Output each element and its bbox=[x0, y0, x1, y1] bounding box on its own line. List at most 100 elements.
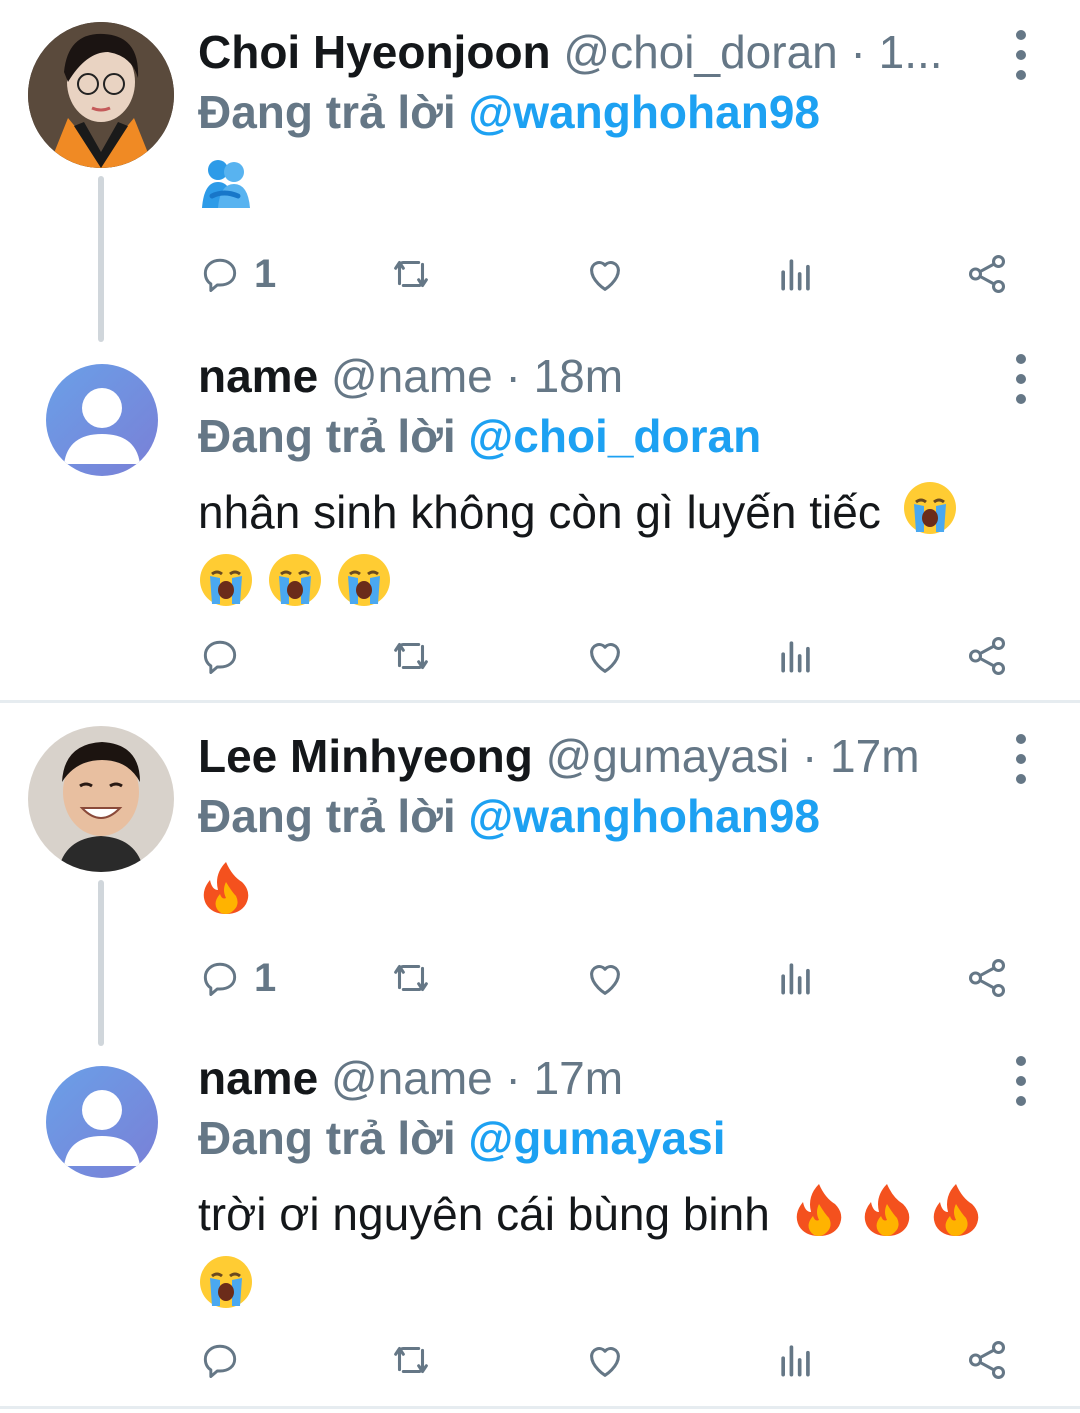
more-icon[interactable] bbox=[1006, 1056, 1036, 1106]
like-button[interactable] bbox=[582, 628, 628, 684]
reply-icon bbox=[203, 258, 237, 292]
author-handle-time: @gumayasi · 17m bbox=[545, 730, 920, 782]
retweet-icon bbox=[394, 260, 428, 288]
loudly-crying-face-emoji bbox=[902, 480, 958, 552]
reply-prefix: Đang trả lời bbox=[198, 86, 456, 138]
reply-prefix: Đang trả lời bbox=[198, 410, 456, 462]
retweet-icon bbox=[394, 642, 428, 670]
tweet-header: name @name · 17m bbox=[198, 1050, 1000, 1106]
tweet-actions bbox=[198, 1332, 1018, 1388]
share-icon bbox=[968, 255, 1006, 293]
share-icon bbox=[968, 959, 1006, 997]
loudly-crying-face-emoji bbox=[336, 552, 392, 624]
more-icon[interactable] bbox=[1006, 734, 1036, 784]
author-name[interactable]: name bbox=[198, 1052, 318, 1104]
author-handle-time: @name · 17m bbox=[330, 1052, 624, 1104]
author-name[interactable]: Lee Minhyeong bbox=[198, 730, 533, 782]
tweet[interactable]: name @name · 18m Đang trả lời @choi_dora… bbox=[0, 340, 1080, 700]
avatar[interactable] bbox=[28, 22, 174, 168]
analytics-button[interactable] bbox=[774, 950, 818, 1006]
reply-prefix: Đang trả lời bbox=[198, 1112, 456, 1164]
tweet-text-content: trời ơi nguyên cái bùng binh bbox=[198, 1188, 770, 1241]
retweet-icon bbox=[394, 1346, 428, 1374]
tweet-header: Choi Hyeonjoon @choi_doran · 1... bbox=[198, 24, 1000, 80]
share-button[interactable] bbox=[964, 1332, 1010, 1388]
share-icon bbox=[968, 637, 1006, 675]
like-icon bbox=[590, 965, 620, 995]
retweet-button[interactable] bbox=[388, 628, 434, 684]
author-name[interactable]: name bbox=[198, 350, 318, 402]
fire-emoji bbox=[928, 1182, 984, 1254]
thread-line bbox=[98, 176, 104, 342]
retweet-button[interactable] bbox=[388, 1332, 434, 1388]
share-button[interactable] bbox=[964, 628, 1010, 684]
tweet-text: trời ơi nguyên cái bùng binh bbox=[198, 1182, 1030, 1326]
tweet-actions: 1 bbox=[198, 950, 1018, 1006]
more-icon[interactable] bbox=[1006, 30, 1036, 80]
share-button[interactable] bbox=[964, 246, 1010, 302]
like-button[interactable] bbox=[582, 950, 628, 1006]
retweet-button[interactable] bbox=[388, 246, 434, 302]
avatar[interactable] bbox=[28, 726, 174, 872]
tweet-text bbox=[198, 860, 1030, 932]
like-button[interactable] bbox=[582, 246, 628, 302]
reply-count: 1 bbox=[254, 955, 277, 1000]
reply-button[interactable]: 1 bbox=[198, 246, 276, 302]
analytics-button[interactable] bbox=[774, 1332, 818, 1388]
reply-prefix: Đang trả lời bbox=[198, 790, 456, 842]
tweet[interactable]: Lee Minhyeong @gumayasi · 17m Đang trả l… bbox=[0, 704, 1080, 1046]
analytics-icon bbox=[781, 1345, 810, 1377]
analytics-button[interactable] bbox=[774, 628, 818, 684]
reply-button[interactable]: 1 bbox=[198, 950, 276, 1006]
tweet[interactable]: Choi Hyeonjoon @choi_doran · 1... Đang t… bbox=[0, 0, 1080, 342]
tweet-actions bbox=[198, 628, 1018, 684]
divider bbox=[0, 1406, 1080, 1409]
fire-emoji bbox=[198, 860, 254, 932]
retweet-button[interactable] bbox=[388, 950, 434, 1006]
reply-button[interactable] bbox=[198, 1332, 242, 1388]
fire-emoji bbox=[859, 1182, 915, 1254]
thread-line bbox=[98, 880, 104, 1046]
like-icon bbox=[590, 1347, 620, 1377]
like-icon bbox=[590, 643, 620, 673]
loudly-crying-face-emoji bbox=[267, 552, 323, 624]
tweet-text bbox=[198, 156, 1030, 228]
author-handle-time: @choi_doran · 1... bbox=[563, 26, 943, 78]
analytics-icon bbox=[781, 259, 810, 291]
analytics-icon bbox=[781, 641, 810, 673]
analytics-icon bbox=[781, 963, 810, 995]
reply-mention[interactable]: @wanghohan98 bbox=[468, 86, 820, 138]
tweet[interactable]: name @name · 17m Đang trả lời @gumayasi … bbox=[0, 1044, 1080, 1406]
loudly-crying-face-emoji bbox=[198, 1254, 254, 1326]
tweet-header: name @name · 18m bbox=[198, 348, 1000, 404]
tweet-header: Lee Minhyeong @gumayasi · 17m bbox=[198, 728, 1000, 784]
tweet-actions: 1 bbox=[198, 246, 1018, 302]
loudly-crying-face-emoji bbox=[198, 552, 254, 624]
reply-mention[interactable]: @wanghohan98 bbox=[468, 790, 820, 842]
reply-context: Đang trả lời @wanghohan98 bbox=[198, 84, 820, 140]
author-handle-time: @name · 18m bbox=[330, 350, 624, 402]
reply-button[interactable] bbox=[198, 628, 242, 684]
tweet-text: nhân sinh không còn gì luyến tiếc bbox=[198, 480, 1030, 624]
reply-context: Đang trả lời @gumayasi bbox=[198, 1110, 726, 1166]
like-button[interactable] bbox=[582, 1332, 628, 1388]
like-icon bbox=[590, 261, 620, 291]
divider bbox=[0, 700, 1080, 703]
reply-count: 1 bbox=[254, 251, 277, 296]
share-button[interactable] bbox=[964, 950, 1010, 1006]
reply-mention[interactable]: @choi_doran bbox=[468, 410, 761, 462]
avatar[interactable] bbox=[46, 1066, 158, 1178]
author-name[interactable]: Choi Hyeonjoon bbox=[198, 26, 551, 78]
reply-context: Đang trả lời @wanghohan98 bbox=[198, 788, 820, 844]
analytics-button[interactable] bbox=[774, 246, 818, 302]
avatar[interactable] bbox=[46, 364, 158, 476]
retweet-icon bbox=[394, 964, 428, 992]
reply-icon bbox=[203, 1344, 237, 1378]
reply-mention[interactable]: @gumayasi bbox=[468, 1112, 725, 1164]
reply-icon bbox=[203, 962, 237, 996]
more-icon[interactable] bbox=[1006, 354, 1036, 404]
people-hugging-emoji bbox=[198, 156, 254, 228]
share-icon bbox=[968, 1341, 1006, 1379]
reply-icon bbox=[203, 640, 237, 674]
fire-emoji bbox=[791, 1182, 847, 1254]
